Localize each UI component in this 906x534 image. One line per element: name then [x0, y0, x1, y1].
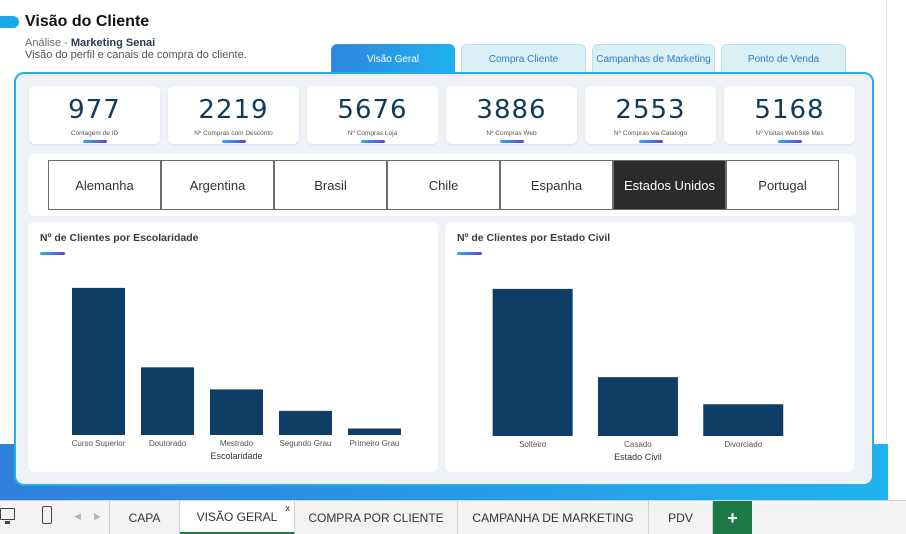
bar-divorciado[interactable] — [703, 404, 784, 436]
page-subtitle: Análise - Marketing Senai — [25, 37, 156, 49]
kpi-accent-bar — [500, 140, 524, 143]
sheet-tab-capa[interactable]: CAPA — [110, 501, 180, 534]
kpi-value: 977 — [68, 95, 121, 125]
kpi-value: 5676 — [337, 95, 408, 125]
sheet-tab-visao-geral[interactable]: VISÃO GERAL x — [180, 501, 295, 534]
sheet-tab-bar: ◀ ▶ CAPA VISÃO GERAL x COMPRA POR CLIENT… — [0, 500, 906, 534]
x-axis-label: Escolaridade — [210, 451, 262, 461]
sheet-tab-compra-por-cliente[interactable]: COMPRA POR CLIENTE — [295, 501, 458, 534]
kpi-accent-bar — [778, 140, 802, 143]
country-slicer: Alemanha Argentina Brasil Chile Espanha … — [28, 154, 856, 216]
bar-primeiro-grau[interactable] — [348, 428, 401, 435]
kpi-value: 3886 — [476, 95, 547, 125]
bar-solteiro[interactable] — [492, 288, 573, 436]
kpi-label: Nº Compras com Desconto — [194, 130, 273, 137]
tab-visao-geral[interactable]: Visão Geral — [331, 44, 455, 73]
kpi-card-compras-web: 3886 Nº Compras Web — [446, 86, 577, 144]
bar-doutorado[interactable] — [141, 367, 194, 435]
add-sheet-button[interactable]: + — [713, 501, 752, 534]
chart-card-estado-civil: Nº de Clientes por Estado Civil Solteiro… — [445, 222, 854, 472]
chart-card-escolaridade: Nº de Clientes por Escolaridade Curso Su… — [28, 222, 438, 472]
x-tick-label: Doutorado — [149, 439, 187, 448]
bar-chart-estado-civil: Solteiro Casado Divorciado Estado Civil — [492, 288, 784, 462]
kpi-label: Nº Compras via Catalogo — [613, 130, 688, 137]
sheet-tab-campanha-marketing[interactable]: CAMPANHA DE MARKETING — [458, 501, 649, 534]
kpi-card-visitas-website: 5168 Nº Visitas WebSite Mes — [724, 86, 855, 144]
title-accent — [0, 16, 19, 28]
tab-ponto-venda[interactable]: Ponto de Venda — [721, 44, 846, 73]
page-title: Visão do Cliente — [25, 13, 150, 30]
kpi-label: Contagem de ID — [70, 130, 119, 137]
kpi-accent-bar — [83, 140, 107, 143]
kpi-value: 2553 — [615, 95, 686, 125]
x-tick-label: Primeiro Grau — [350, 439, 400, 448]
kpi-value: 5168 — [754, 95, 825, 125]
country-alemanha[interactable]: Alemanha — [48, 160, 161, 210]
prev-sheet-icon[interactable]: ◀ — [74, 511, 81, 522]
kpi-label: Nº Visitas WebSite Mes — [755, 130, 824, 137]
close-icon[interactable]: x — [286, 503, 291, 513]
dashboard-frame: 977 Contagem de ID 2219 Nº Compras com D… — [14, 72, 874, 486]
bar-segundo-grau[interactable] — [279, 410, 332, 435]
kpi-accent-bar — [222, 140, 246, 143]
kpi-card-compras-catalogo: 2553 Nº Compras via Catalogo — [585, 86, 716, 144]
bar-curso-superior[interactable] — [72, 287, 125, 435]
desktop-icon[interactable] — [0, 508, 15, 524]
x-tick-label: Solteiro — [519, 440, 547, 449]
x-tick-label: Curso Superior — [72, 439, 126, 448]
bar-casado[interactable] — [597, 377, 678, 436]
mobile-icon[interactable] — [42, 506, 52, 524]
next-sheet-icon[interactable]: ▶ — [94, 511, 101, 522]
x-tick-label: Mestrado — [220, 439, 254, 448]
tab-compra-cliente[interactable]: Compra Cliente — [461, 44, 586, 73]
x-tick-label: Divorciado — [724, 440, 762, 449]
country-espanha[interactable]: Espanha — [500, 160, 613, 210]
country-argentina[interactable]: Argentina — [161, 160, 274, 210]
kpi-label: Nº Compras Web — [486, 130, 537, 137]
kpi-accent-bar — [639, 140, 663, 143]
country-chile[interactable]: Chile — [387, 160, 500, 210]
x-tick-label: Segundo Grau — [279, 439, 331, 448]
x-axis-label: Estado Civil — [614, 452, 662, 462]
report-canvas: Visão do Cliente Análise - Marketing Sen… — [0, 0, 906, 534]
page-description: Visão do perfil e canais de compra do cl… — [25, 49, 247, 61]
sheet-tab-label: VISÃO GERAL — [196, 509, 278, 524]
kpi-label: Nº Compras Loja — [347, 130, 398, 137]
sheet-tab-pdv[interactable]: PDV — [649, 501, 713, 534]
kpi-card-compras-loja: 5676 Nº Compras Loja — [307, 86, 438, 144]
tab-campanhas-marketing[interactable]: Campanhas de Marketing — [592, 44, 715, 73]
kpi-card-compras-desconto: 2219 Nº Compras com Desconto — [168, 86, 299, 144]
country-brasil[interactable]: Brasil — [274, 160, 387, 210]
bar-chart-escolaridade: Curso Superior Doutorado Mestrado Segundo G… — [72, 287, 401, 461]
kpi-value: 2219 — [198, 95, 269, 125]
kpi-card-contagem-id: 977 Contagem de ID — [29, 86, 160, 144]
country-portugal[interactable]: Portugal — [726, 160, 839, 210]
kpi-accent-bar — [361, 140, 385, 143]
country-estados-unidos[interactable]: Estados Unidos — [613, 160, 726, 210]
x-tick-label: Casado — [624, 440, 652, 449]
bar-mestrado[interactable] — [210, 389, 263, 435]
page-edge — [886, 0, 887, 444]
